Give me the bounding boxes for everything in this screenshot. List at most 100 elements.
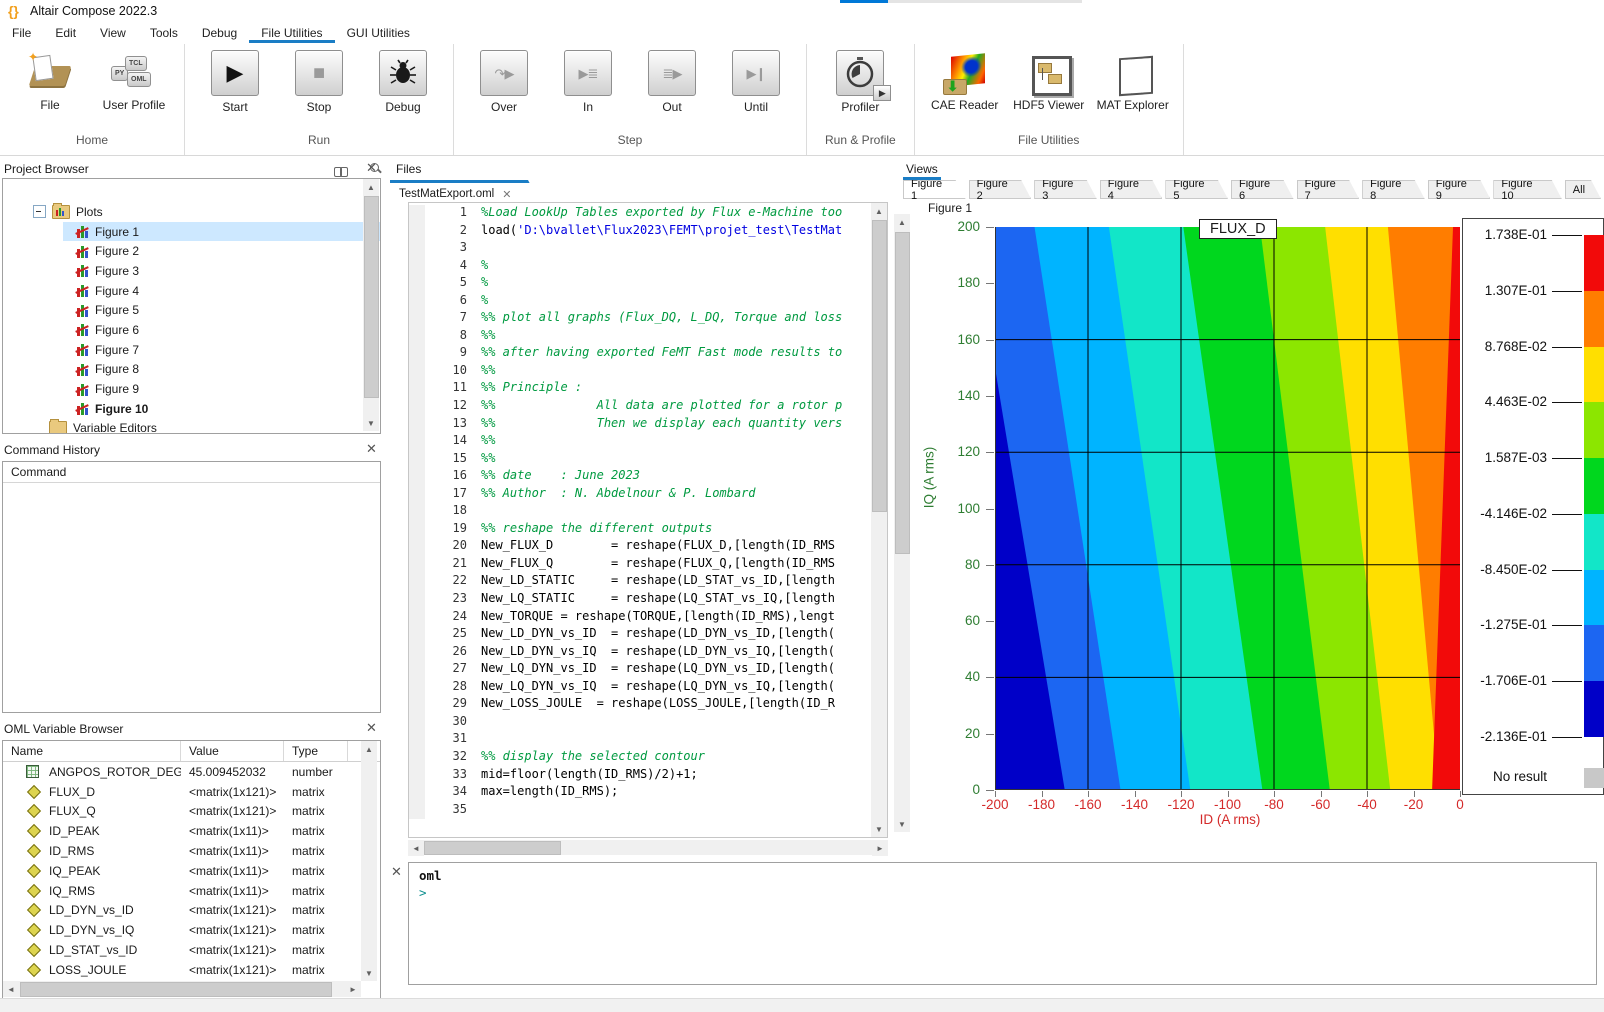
tree-item-figure-10[interactable]: Figure 10 [3, 399, 380, 419]
file-button[interactable]: ✦File [18, 50, 82, 112]
contour-plot[interactable] [995, 227, 1460, 790]
tab-all[interactable]: All [1565, 180, 1601, 199]
variable-row-iq-rms[interactable]: IQ_RMS<matrix(1x11)>matrix [3, 881, 380, 901]
variable-row-ld-dyn-vs-iq[interactable]: LD_DYN_vs_IQ<matrix(1x121)>matrix [3, 920, 380, 940]
code-segment: %% [481, 433, 495, 451]
tree-root-plots[interactable]: Plots [3, 202, 380, 222]
scroll-down-icon[interactable]: ▼ [871, 821, 887, 837]
tree-item-figure-8[interactable]: Figure 8 [3, 360, 380, 380]
scroll-right-icon[interactable]: ► [345, 981, 361, 997]
tab-figure-3[interactable]: Figure 3 [1034, 180, 1097, 199]
scroll-right-icon[interactable]: ► [872, 840, 888, 856]
scrollbar-thumb[interactable] [424, 841, 561, 855]
colorbar-tick-9: -2.136E-01 [1457, 729, 1547, 744]
column-header-type[interactable]: Type [284, 741, 348, 761]
variable-type: matrix [284, 903, 325, 917]
start-button[interactable]: ▶Start [203, 50, 267, 114]
column-header-name[interactable]: Name [3, 741, 181, 761]
scroll-up-icon[interactable]: ▲ [361, 741, 377, 757]
over-button[interactable]: ↷▶Over [472, 50, 536, 114]
file-tab-close-icon[interactable]: ✕ [502, 188, 511, 201]
menu-item-tools[interactable]: Tools [138, 23, 190, 43]
profiler-button[interactable]: ▶Profiler [828, 50, 892, 114]
variable-row-flux-d[interactable]: FLUX_D<matrix(1x121)>matrix [3, 782, 380, 802]
variable-row-id-peak[interactable]: ID_PEAK<matrix(1x11)>matrix [3, 821, 380, 841]
tree-item-figure-1[interactable]: Figure 1 [3, 222, 380, 242]
tree-item-figure-2[interactable]: Figure 2 [3, 241, 380, 261]
debug-button[interactable]: Debug [371, 50, 435, 114]
tab-figure-4[interactable]: Figure 4 [1100, 180, 1163, 199]
scroll-up-icon[interactable]: ▲ [871, 203, 887, 219]
menu-item-file[interactable]: File [0, 23, 43, 43]
variable-browser-vscrollbar[interactable]: ▲ ▼ [361, 741, 377, 981]
out-button[interactable]: ≣▶Out [640, 50, 704, 114]
tab-figure-8[interactable]: Figure 8 [1362, 180, 1425, 199]
variable-row-ld-stat-vs-id[interactable]: LD_STAT_vs_ID<matrix(1x121)>matrix [3, 940, 380, 960]
project-tree-scrollbar[interactable]: ▲ ▼ [363, 179, 379, 431]
console-close-icon[interactable]: ✕ [391, 864, 402, 880]
variable-row-id-rms[interactable]: ID_RMS<matrix(1x11)>matrix [3, 841, 380, 861]
project-browser-tree[interactable]: PlotsFigure 1Figure 2Figure 3Figure 4Fig… [2, 178, 381, 434]
in-button[interactable]: ▶≣In [556, 50, 620, 114]
menu-item-view[interactable]: View [88, 23, 138, 43]
code-editor[interactable]: 1%Load LookUp Tables exported by Flux e-… [408, 202, 888, 838]
tab-figure-10[interactable]: Figure 10 [1493, 180, 1561, 199]
tree-item-figure-3[interactable]: Figure 3 [3, 261, 380, 281]
tab-figure-6[interactable]: Figure 6 [1231, 180, 1294, 199]
tab-figure-1[interactable]: Figure 1 [903, 180, 966, 199]
tab-figure-7[interactable]: Figure 7 [1297, 180, 1360, 199]
stop-button[interactable]: ■Stop [287, 50, 351, 114]
scroll-down-icon[interactable]: ▼ [361, 965, 377, 981]
scroll-down-icon[interactable]: ▼ [894, 816, 910, 832]
mat-explorer-button[interactable]: MAT Explorer [1101, 50, 1165, 112]
scrollbar-thumb[interactable] [895, 232, 910, 554]
menu-item-debug[interactable]: Debug [190, 23, 249, 43]
figure-vscrollbar[interactable]: ▲ ▼ [894, 214, 910, 832]
code-segment: New_FLUX_D = reshape(FLUX_D,[length(ID_R… [481, 538, 835, 556]
user-profile-button[interactable]: PYTCLOMLUser Profile [102, 50, 166, 112]
menu-item-gui-utilities[interactable]: GUI Utilities [335, 23, 422, 43]
variable-row-flux-q[interactable]: FLUX_Q<matrix(1x121)>matrix [3, 802, 380, 822]
variable-row-loss-joule[interactable]: LOSS_JOULE<matrix(1x121)>matrix [3, 960, 380, 980]
find-icon[interactable] [334, 167, 348, 176]
column-header-value[interactable]: Value [181, 741, 284, 761]
y-tick-120: 120 [930, 444, 980, 459]
collapse-expander-icon[interactable] [33, 205, 46, 218]
menu-item-file-utilities[interactable]: File Utilities [249, 23, 334, 43]
variable-row-ld-dyn-vs-id[interactable]: LD_DYN_vs_ID<matrix(1x121)>matrix [3, 901, 380, 921]
variable-browser-close-icon[interactable]: ✕ [366, 720, 377, 736]
tree-item-figure-7[interactable]: Figure 7 [3, 340, 380, 360]
variable-row-iq-peak[interactable]: IQ_PEAK<matrix(1x11)>matrix [3, 861, 380, 881]
scroll-up-icon[interactable]: ▲ [363, 179, 379, 195]
command-history-panel[interactable]: Command [2, 461, 381, 713]
cae-reader-button[interactable]: ⬇CAE Reader [933, 50, 997, 112]
oml-console[interactable]: oml > [408, 862, 1597, 985]
command-history-close-icon[interactable]: ✕ [366, 441, 377, 457]
tree-item-figure-5[interactable]: Figure 5 [3, 300, 380, 320]
variable-browser-hscrollbar[interactable]: ◄ ► [3, 981, 361, 997]
tree-item-variable-editors[interactable]: Variable Editors [3, 419, 380, 434]
scroll-up-icon[interactable]: ▲ [894, 214, 910, 230]
until-button[interactable]: ▶❙Until [724, 50, 788, 114]
editor-vscrollbar[interactable]: ▲ ▼ [871, 203, 887, 837]
code-segment: New_LD_STATIC = reshape(LD_STAT_vs_ID,[l… [481, 573, 835, 591]
tab-figure-9[interactable]: Figure 9 [1428, 180, 1491, 199]
project-browser-close-icon[interactable]: ✕ [366, 160, 377, 176]
tree-item-figure-6[interactable]: Figure 6 [3, 320, 380, 340]
variable-browser-panel[interactable]: Name Value Type ANGPOS_ROTOR_DEG45.00945… [2, 740, 381, 1000]
menu-item-edit[interactable]: Edit [43, 23, 88, 43]
scroll-down-icon[interactable]: ▼ [363, 415, 379, 431]
hdf5-viewer-button[interactable]: HDF5 Viewer [1017, 50, 1081, 112]
tree-item-figure-4[interactable]: Figure 4 [3, 281, 380, 301]
scrollbar-thumb[interactable] [364, 196, 379, 398]
variable-row-angpos-rotor-deg[interactable]: ANGPOS_ROTOR_DEG45.009452032number [3, 762, 380, 782]
tab-figure-5[interactable]: Figure 5 [1165, 180, 1228, 199]
scrollbar-thumb[interactable] [20, 982, 332, 997]
tab-figure-2[interactable]: Figure 2 [969, 180, 1032, 199]
variable-value: <matrix(1x121)> [181, 903, 284, 917]
tree-item-figure-9[interactable]: Figure 9 [3, 379, 380, 399]
scroll-left-icon[interactable]: ◄ [408, 840, 424, 856]
scroll-left-icon[interactable]: ◄ [3, 981, 19, 997]
editor-hscrollbar[interactable]: ◄ ► [408, 840, 888, 855]
scrollbar-thumb[interactable] [872, 220, 887, 512]
